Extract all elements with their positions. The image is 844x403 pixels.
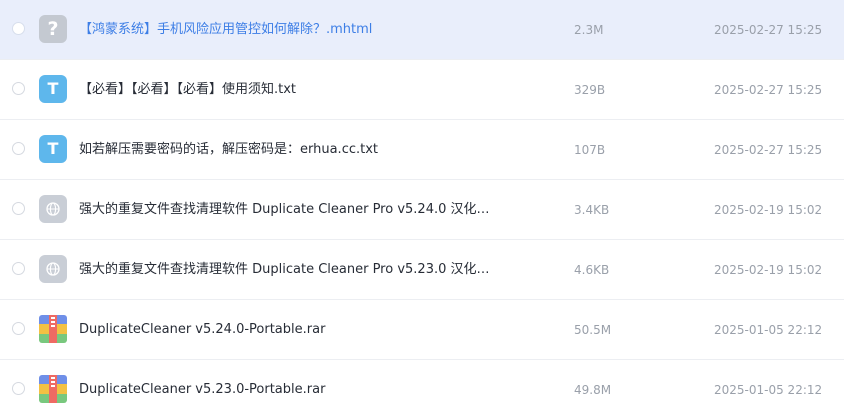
file-date: 2025-01-05 22:12	[714, 323, 823, 337]
file-name[interactable]: 【必看】【必看】【必看】使用须知.txt	[79, 60, 499, 120]
globe-icon	[46, 262, 60, 276]
file-date: 2025-02-19 15:02	[714, 263, 823, 277]
file-date: 2025-02-27 15:25	[714, 23, 823, 37]
file-date: 2025-01-05 22:12	[714, 383, 823, 397]
file-row[interactable]: T 如若解压需要密码的话，解压密码是：erhua.cc.txt 107B 202…	[0, 120, 844, 180]
file-list: ? 【鸿蒙系统】手机风险应用管控如何解除？.mhtml 2.3M 2025-02…	[0, 0, 844, 403]
file-row[interactable]: DuplicateCleaner v5.24.0-Portable.rar 50…	[0, 300, 844, 360]
row-checkbox[interactable]	[12, 322, 25, 335]
file-date: 2025-02-27 15:25	[714, 83, 823, 97]
row-checkbox[interactable]	[12, 262, 25, 275]
file-row[interactable]: ? 【鸿蒙系统】手机风险应用管控如何解除？.mhtml 2.3M 2025-02…	[0, 0, 844, 60]
rar-archive-icon	[39, 315, 67, 343]
file-name[interactable]: 强大的重复文件查找清理软件 Duplicate Cleaner Pro v5.2…	[79, 180, 499, 240]
rar-archive-icon	[39, 375, 67, 403]
globe-icon	[46, 202, 60, 216]
file-date: 2025-02-27 15:25	[714, 143, 823, 157]
file-size: 49.8M	[574, 383, 612, 397]
text-file-icon: T	[39, 135, 67, 163]
globe-link-file-icon	[39, 195, 67, 223]
row-checkbox[interactable]	[12, 382, 25, 395]
file-name[interactable]: DuplicateCleaner v5.24.0-Portable.rar	[79, 300, 499, 360]
row-checkbox[interactable]	[12, 82, 25, 95]
text-file-icon: T	[39, 75, 67, 103]
globe-link-file-icon	[39, 255, 67, 283]
file-row[interactable]: 强大的重复文件查找清理软件 Duplicate Cleaner Pro v5.2…	[0, 240, 844, 300]
row-checkbox[interactable]	[12, 22, 25, 35]
file-size: 107B	[574, 143, 606, 157]
file-name[interactable]: DuplicateCleaner v5.23.0-Portable.rar	[79, 360, 499, 403]
file-name[interactable]: 强大的重复文件查找清理软件 Duplicate Cleaner Pro v5.2…	[79, 240, 499, 300]
row-checkbox[interactable]	[12, 202, 25, 215]
row-checkbox[interactable]	[12, 142, 25, 155]
file-size: 329B	[574, 83, 606, 97]
file-size: 50.5M	[574, 323, 612, 337]
file-row[interactable]: T 【必看】【必看】【必看】使用须知.txt 329B 2025-02-27 1…	[0, 60, 844, 120]
file-date: 2025-02-19 15:02	[714, 203, 823, 217]
unknown-file-icon: ?	[39, 15, 67, 43]
file-size: 3.4KB	[574, 203, 610, 217]
file-size: 2.3M	[574, 23, 604, 37]
file-name[interactable]: 【鸿蒙系统】手机风险应用管控如何解除？.mhtml	[79, 0, 499, 60]
file-name[interactable]: 如若解压需要密码的话，解压密码是：erhua.cc.txt	[79, 120, 499, 180]
file-row[interactable]: 强大的重复文件查找清理软件 Duplicate Cleaner Pro v5.2…	[0, 180, 844, 240]
file-row[interactable]: DuplicateCleaner v5.23.0-Portable.rar 49…	[0, 360, 844, 403]
file-size: 4.6KB	[574, 263, 610, 277]
